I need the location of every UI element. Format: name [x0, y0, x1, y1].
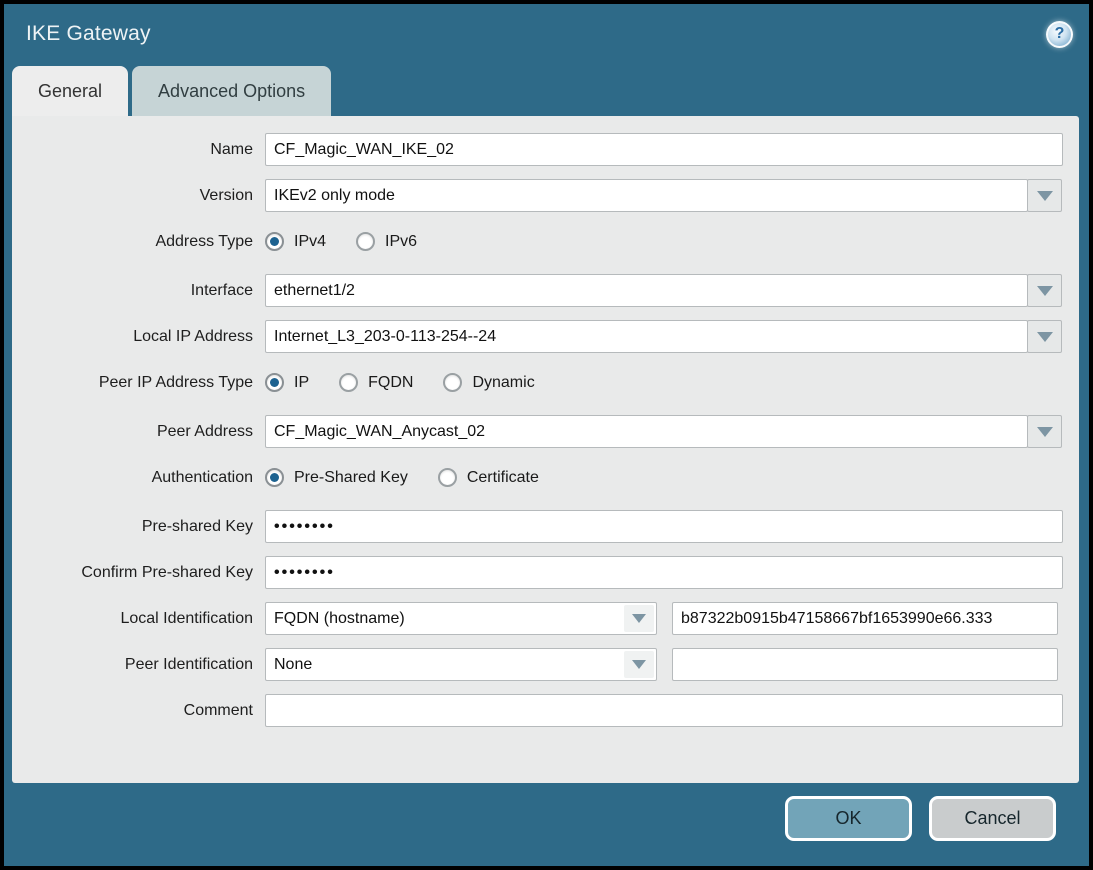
fqdn-radio[interactable] [339, 373, 358, 392]
tab-general[interactable]: General [12, 66, 128, 116]
ip-radio[interactable] [265, 373, 284, 392]
pre-shared-key-radio[interactable] [265, 468, 284, 487]
radio-option-ipv4[interactable]: IPv4 [265, 232, 326, 251]
peer-ip-type-row: Peer IP Address Type IP FQDN Dynamic [12, 366, 1079, 399]
radio-option-pre-shared-key[interactable]: Pre-Shared Key [265, 468, 408, 487]
peer-identification-dropdown-button[interactable] [624, 651, 654, 678]
pre-shared-key-radio-label: Pre-Shared Key [294, 469, 408, 487]
authentication-row: Authentication Pre-Shared Key Certificat… [12, 461, 1079, 494]
interface-select[interactable] [265, 274, 1028, 307]
ipv6-radio[interactable] [356, 232, 375, 251]
peer-address-dropdown-button[interactable] [1027, 415, 1062, 448]
authentication-label: Authentication [12, 469, 253, 487]
interface-row: Interface [12, 274, 1079, 307]
title-bar: IKE Gateway ? [4, 4, 1089, 64]
authentication-radio-group: Pre-Shared Key Certificate [265, 468, 569, 487]
peer-ip-type-label: Peer IP Address Type [12, 374, 253, 392]
certificate-radio-label: Certificate [467, 469, 539, 487]
peer-address-row: Peer Address [12, 415, 1079, 448]
address-type-radio-group: IPv4 IPv6 [265, 232, 447, 251]
chevron-down-icon [632, 614, 646, 623]
version-label: Version [12, 187, 253, 205]
local-identification-value-input[interactable] [672, 602, 1058, 635]
chevron-down-icon [632, 660, 646, 669]
peer-identification-type-select[interactable] [265, 648, 657, 681]
local-identification-row: Local Identification [12, 602, 1079, 635]
confirm-pre-shared-key-row: Confirm Pre-shared Key [12, 556, 1079, 589]
local-ip-select[interactable] [265, 320, 1028, 353]
local-identification-label: Local Identification [12, 610, 253, 628]
peer-address-label: Peer Address [12, 423, 253, 441]
name-label: Name [12, 141, 253, 159]
chevron-down-icon [1037, 427, 1053, 437]
dialog-frame: IKE Gateway ? General Advanced Options N… [4, 4, 1089, 866]
version-row: Version [12, 179, 1079, 212]
chevron-down-icon [1037, 332, 1053, 342]
radio-option-ipv6[interactable]: IPv6 [356, 232, 417, 251]
ike-gateway-dialog: IKE Gateway ? General Advanced Options N… [0, 0, 1093, 870]
ipv6-radio-label: IPv6 [385, 233, 417, 251]
radio-option-certificate[interactable]: Certificate [438, 468, 539, 487]
interface-dropdown-button[interactable] [1027, 274, 1062, 307]
ipv4-radio[interactable] [265, 232, 284, 251]
ip-radio-label: IP [294, 374, 309, 392]
fqdn-radio-label: FQDN [368, 374, 413, 392]
peer-address-select[interactable] [265, 415, 1028, 448]
address-type-row: Address Type IPv4 IPv6 [12, 225, 1079, 258]
pre-shared-key-input[interactable] [265, 510, 1063, 543]
tab-advanced-options[interactable]: Advanced Options [132, 66, 331, 116]
page-title: IKE Gateway [26, 22, 151, 46]
peer-identification-type-input[interactable] [265, 648, 657, 681]
certificate-radio[interactable] [438, 468, 457, 487]
comment-label: Comment [12, 702, 253, 720]
ipv4-radio-label: IPv4 [294, 233, 326, 251]
dialog-footer: OK Cancel [4, 783, 1089, 841]
pre-shared-key-label: Pre-shared Key [12, 518, 253, 536]
radio-option-dynamic[interactable]: Dynamic [443, 373, 534, 392]
local-identification-type-select[interactable] [265, 602, 657, 635]
comment-input[interactable] [265, 694, 1063, 727]
comment-row: Comment [12, 694, 1079, 727]
local-ip-label: Local IP Address [12, 328, 253, 346]
local-identification-type-input[interactable] [265, 602, 657, 635]
local-ip-row: Local IP Address [12, 320, 1079, 353]
chevron-down-icon [1037, 191, 1053, 201]
pre-shared-key-row: Pre-shared Key [12, 510, 1079, 543]
cancel-button[interactable]: Cancel [929, 796, 1056, 841]
ok-button[interactable]: OK [785, 796, 912, 841]
local-identification-dropdown-button[interactable] [624, 605, 654, 632]
tab-bar: General Advanced Options [4, 64, 1089, 116]
peer-identification-row: Peer Identification [12, 648, 1079, 681]
address-type-label: Address Type [12, 233, 253, 251]
general-tab-panel: Name Version Address Type IPv4 [12, 116, 1079, 783]
dynamic-radio-label: Dynamic [472, 374, 534, 392]
peer-identification-value-input[interactable] [672, 648, 1058, 681]
chevron-down-icon [1037, 286, 1053, 296]
peer-ip-type-radio-group: IP FQDN Dynamic [265, 373, 565, 392]
radio-option-fqdn[interactable]: FQDN [339, 373, 413, 392]
version-dropdown-button[interactable] [1027, 179, 1062, 212]
name-input[interactable] [265, 133, 1063, 166]
confirm-pre-shared-key-input[interactable] [265, 556, 1063, 589]
dynamic-radio[interactable] [443, 373, 462, 392]
peer-identification-label: Peer Identification [12, 656, 253, 674]
name-row: Name [12, 133, 1079, 166]
radio-option-ip[interactable]: IP [265, 373, 309, 392]
help-icon[interactable]: ? [1046, 21, 1073, 48]
local-ip-dropdown-button[interactable] [1027, 320, 1062, 353]
interface-label: Interface [12, 282, 253, 300]
version-select[interactable] [265, 179, 1028, 212]
confirm-pre-shared-key-label: Confirm Pre-shared Key [12, 564, 253, 582]
